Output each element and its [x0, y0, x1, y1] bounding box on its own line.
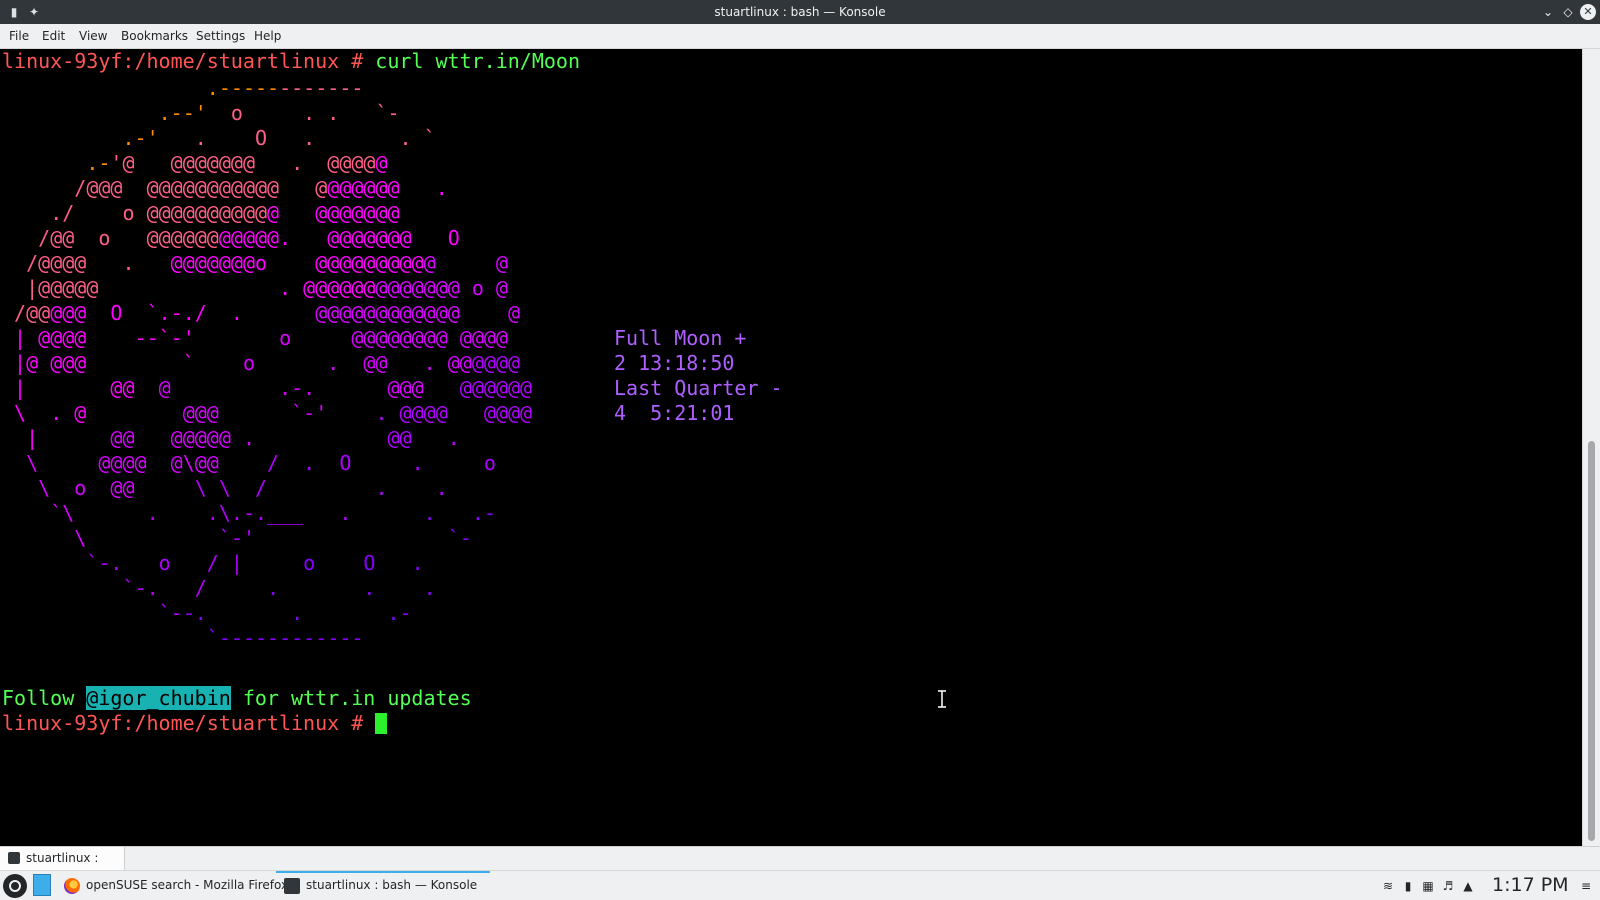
- moon-art-line: /@@@@@ O `.-./ . @@@@@@@@@@@@ @: [14, 301, 521, 325]
- scrollbar-thumb[interactable]: [1588, 441, 1595, 841]
- moon-art-line: | @@@@ --`-' o @@@@@@@@ @@@@: [14, 326, 508, 350]
- application-launcher-icon[interactable]: [3, 874, 27, 898]
- menu-bar: File Edit View Bookmarks Settings Help: [0, 24, 1600, 49]
- menu-view[interactable]: View: [79, 24, 107, 48]
- task-label: openSUSE search - Mozilla Firefox: [86, 878, 289, 892]
- ibeam-cursor-icon: [938, 690, 946, 708]
- text-cursor: [375, 713, 388, 734]
- menu-file[interactable]: File: [9, 24, 29, 48]
- maximize-icon[interactable]: ◇: [1560, 4, 1576, 20]
- moon-art-line: |@@@@@ . @@@@@@@@@@@@@ o @: [26, 276, 508, 300]
- phase-line: 2 13:18:50: [614, 351, 735, 375]
- taskbar: openSUSE search - Mozilla Firefox stuart…: [0, 870, 1600, 900]
- moon-art-line: \ @@@@ @\@@ / . O . o: [26, 451, 496, 475]
- moon-art-line: .-' . O . . `: [122, 126, 436, 150]
- twitter-handle[interactable]: @igor_chubin: [86, 686, 231, 710]
- clipboard-icon[interactable]: ▦: [1420, 878, 1436, 894]
- task-firefox[interactable]: openSUSE search - Mozilla Firefox: [56, 871, 288, 900]
- konsole-icon: [284, 878, 300, 894]
- phase-line: Full Moon +: [614, 326, 747, 350]
- terminal-view[interactable]: linux-93yf:/home/stuartlinux # curl wttr…: [0, 49, 1582, 846]
- prompt-text: linux-93yf:/home/stuartlinux #: [2, 49, 376, 73]
- moon-art-line: .------------: [206, 76, 364, 100]
- moon-art-line: `-. / . . .: [122, 576, 436, 600]
- tab-bash[interactable]: stuartlinux : bash: [0, 847, 125, 888]
- volume-icon[interactable]: ♬: [1440, 878, 1456, 894]
- task-konsole[interactable]: stuartlinux : bash — Konsole: [276, 871, 490, 900]
- task-label: stuartlinux : bash — Konsole: [306, 878, 478, 892]
- window-titlebar[interactable]: ▮ ✦ stuartlinux : bash — Konsole ⌄ ◇ ✕: [0, 0, 1600, 24]
- moon-art-line: /@@ o @@@@@@@@@@@. @@@@@@@ O: [38, 226, 460, 250]
- close-icon[interactable]: ✕: [1580, 4, 1596, 20]
- command-line: linux-93yf:/home/stuartlinux # curl wttr…: [2, 49, 580, 74]
- desktop-pager-icon[interactable]: [33, 874, 51, 896]
- prompt-line: linux-93yf:/home/stuartlinux #: [2, 711, 388, 736]
- menu-help[interactable]: Help: [254, 24, 281, 48]
- moon-art-line: \ `-' `-: [74, 526, 472, 550]
- moon-art-line: .--' o . . `-: [158, 101, 400, 125]
- moon-phase-info: Full Moon + 2 13:18:50 Last Quarter - 4 …: [614, 301, 783, 426]
- firefox-icon: [64, 878, 80, 894]
- wifi-icon[interactable]: ≋: [1380, 878, 1396, 894]
- moon-art-line: `--. . .-: [158, 601, 412, 625]
- moon-art-line: `------------: [206, 626, 364, 650]
- moon-art-line: .-'@ @@@@@@@ . @@@@@: [86, 151, 388, 175]
- moon-art-line: \ o @@ \ \ / . .: [38, 476, 448, 500]
- tray-expand-icon[interactable]: ▲: [1460, 878, 1476, 894]
- window-title: stuartlinux : bash — Konsole: [714, 5, 886, 19]
- moon-art-line: `-. o / | o O .: [86, 551, 424, 575]
- terminal-scrollbar[interactable]: [1582, 49, 1600, 846]
- menu-bookmarks[interactable]: Bookmarks: [121, 24, 188, 48]
- follow-prefix: Follow: [2, 686, 87, 710]
- moon-art-line: ./ o @@@@@@@@@@@ @@@@@@@: [50, 201, 400, 225]
- konsole-tab-bar: stuartlinux : bash: [0, 846, 1600, 888]
- menu-edit[interactable]: Edit: [42, 24, 65, 48]
- moon-art-line: | @@ @@@@@ . @@ .: [26, 426, 460, 450]
- phase-line: 4 5:21:01: [614, 401, 735, 425]
- moon-ascii-art: .------------ .--' o . . `- .-' . O . . …: [2, 76, 532, 651]
- moon-art-line: /@@@ @@@@@@@@@@@ @@@@@@@ .: [74, 176, 448, 200]
- battery-icon[interactable]: ▮: [1400, 878, 1416, 894]
- follow-suffix: for wttr.in updates: [230, 686, 472, 710]
- clock[interactable]: 1:17 PM: [1492, 871, 1569, 900]
- menu-settings[interactable]: Settings: [196, 24, 245, 48]
- panel-menu-icon[interactable]: ≡: [1578, 878, 1594, 894]
- phase-line: Last Quarter -: [614, 376, 783, 400]
- moon-art-line: |@ @@@ ` o . @@ . @@@@@@: [14, 351, 521, 375]
- command-text: curl wttr.in/Moon: [375, 49, 580, 73]
- moon-art-line: /@@@@ . @@@@@@@o @@@@@@@@@@ @: [26, 251, 508, 275]
- terminal-icon: [8, 852, 20, 864]
- minimize-icon[interactable]: ⌄: [1540, 4, 1556, 20]
- prompt-text-2: linux-93yf:/home/stuartlinux #: [2, 711, 376, 735]
- moon-art-line: `\ . .\.-.___ . . .-: [50, 501, 496, 525]
- moon-art-line: \ . @ @@@ `-' . @@@@ @@@@: [14, 401, 533, 425]
- follow-line: Follow @igor_chubin for wttr.in updates: [2, 686, 472, 711]
- moon-art-line: | @@ @ .-. @@@ @@@@@@: [14, 376, 533, 400]
